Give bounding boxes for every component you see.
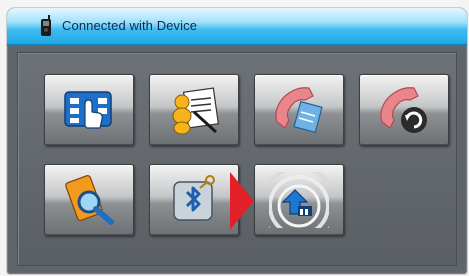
phone-receiver-book-icon xyxy=(275,87,323,134)
search-phone-icon xyxy=(65,175,114,225)
main-window: Connected with Device xyxy=(6,7,468,275)
title-bar: Connected with Device xyxy=(7,8,467,46)
menu-panel xyxy=(17,52,457,266)
contact-card-icon xyxy=(172,87,220,135)
window-title: Connected with Device xyxy=(62,18,198,33)
selection-pointer-icon xyxy=(230,172,254,230)
upload-arrow-icon xyxy=(269,172,329,228)
search-device-button[interactable] xyxy=(44,164,134,236)
contacts-notes-button[interactable] xyxy=(149,74,239,146)
call-sync-button[interactable] xyxy=(359,74,449,146)
call-log-button[interactable] xyxy=(254,74,344,146)
bluetooth-settings-button[interactable] xyxy=(149,164,239,236)
upload-button[interactable] xyxy=(254,164,344,236)
phonebook-touch-button[interactable] xyxy=(44,74,134,146)
phone-receiver-sync-icon xyxy=(380,87,427,133)
mobile-phone-icon xyxy=(41,15,51,36)
bluetooth-device-icon xyxy=(173,175,215,221)
keypad-touch-icon xyxy=(64,91,112,129)
